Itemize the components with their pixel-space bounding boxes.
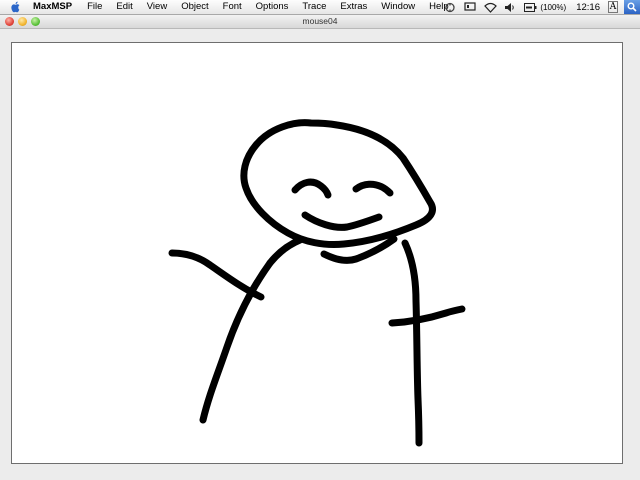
spotlight-icon[interactable] — [624, 0, 640, 14]
display-icon[interactable] — [463, 1, 477, 13]
menu-app-name[interactable]: MaxMSP — [33, 1, 80, 13]
right-eye — [352, 180, 394, 197]
smile — [301, 211, 383, 231]
volume-icon[interactable] — [503, 1, 517, 13]
left-eye — [291, 178, 332, 199]
apple-menu-icon[interactable] — [10, 1, 22, 13]
stick-figure — [168, 119, 466, 447]
right-arm — [388, 305, 466, 327]
input-menu-icon[interactable]: A — [607, 1, 619, 13]
menu-object[interactable]: Object — [174, 1, 215, 13]
window-titlebar[interactable]: mouse04 — [0, 15, 640, 29]
stick-figure-drawing — [168, 119, 466, 447]
left-shoulder — [266, 236, 304, 267]
right-body-line — [401, 239, 423, 447]
battery-percentage: (100%) — [540, 2, 567, 12]
airport-wifi-icon[interactable] — [483, 1, 497, 13]
patcher-window: mouse04 — [0, 15, 640, 480]
menu-extras-area: (100%) 12:16 A — [437, 0, 640, 14]
menu-window[interactable]: Window — [374, 1, 422, 13]
battery-icon[interactable] — [523, 1, 537, 13]
left-arm — [168, 249, 265, 301]
menu-clock[interactable]: 12:16 — [576, 2, 600, 13]
menu-bar: MaxMSP File Edit View Object Font Option… — [0, 0, 640, 15]
menu-file[interactable]: File — [80, 1, 109, 13]
menu-options[interactable]: Options — [249, 1, 296, 13]
menu-view[interactable]: View — [140, 1, 174, 13]
menu-trace[interactable]: Trace — [295, 1, 333, 13]
menu-list: MaxMSP File Edit View Object Font Option… — [33, 1, 456, 13]
menu-extras[interactable]: Extras — [333, 1, 374, 13]
menu-font[interactable]: Font — [216, 1, 249, 13]
menu-edit[interactable]: Edit — [109, 1, 139, 13]
window-title: mouse04 — [302, 16, 338, 26]
sync-icon[interactable] — [443, 1, 457, 13]
drawing-canvas[interactable] — [11, 42, 623, 464]
input-menu-letter: A — [607, 1, 619, 13]
